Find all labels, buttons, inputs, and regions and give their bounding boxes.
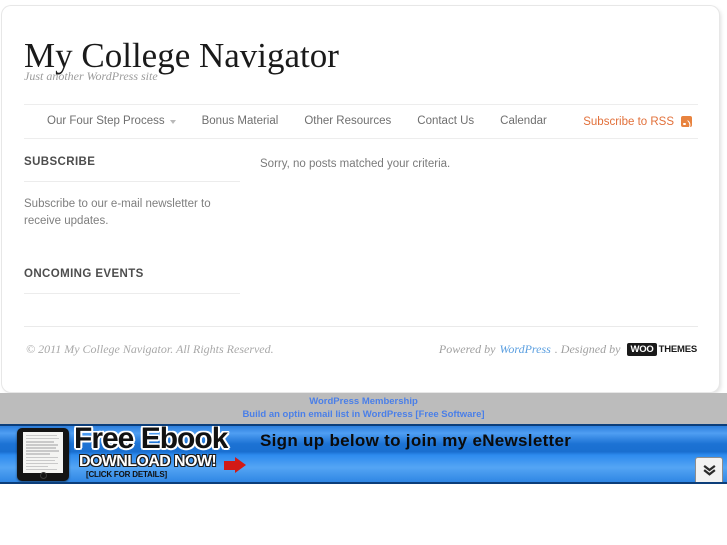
site-tagline: Just another WordPress site <box>24 69 158 83</box>
primary-navigation: Our Four Step Process Bonus Material Oth… <box>24 104 698 139</box>
ad-link-wordpress-membership[interactable]: WordPress Membership <box>309 396 418 408</box>
banner-headline: Sign up below to join my eNewsletter <box>260 431 572 450</box>
woothemes-logo[interactable]: WOO THEMES <box>627 343 697 356</box>
main-content: Sorry, no posts matched your criteria. <box>260 158 680 170</box>
nav-item-our-four-step-process[interactable]: Our Four Step Process <box>34 105 189 138</box>
nav-item-label: Our Four Step Process <box>47 115 165 127</box>
rss-icon <box>681 116 692 127</box>
footer-divider <box>24 326 698 327</box>
nav-item-label: Calendar <box>500 115 547 127</box>
newsletter-banner: Free Ebook DOWNLOAD NOW! [CLICK FOR DETA… <box>0 424 727 484</box>
footer-credits: Powered by WordPress . Designed by WOO THE… <box>439 342 697 357</box>
sidebar: SUBSCRIBE Subscribe to our e-mail newsle… <box>24 156 240 308</box>
nav-item-bonus-material[interactable]: Bonus Material <box>189 105 292 138</box>
click-for-details-label: [CLICK FOR DETAILS] <box>86 470 167 479</box>
ereader-home-button <box>40 472 47 479</box>
ereader-screen <box>23 432 63 473</box>
site-container: My College Navigator Just another WordPr… <box>2 6 719 392</box>
ereader-device-image <box>17 428 69 481</box>
designed-by-label: . Designed by <box>554 342 621 356</box>
free-ebook-ad[interactable]: Free Ebook DOWNLOAD NOW! [CLICK FOR DETA… <box>0 426 253 482</box>
nav-item-calendar[interactable]: Calendar <box>487 105 560 138</box>
widget-body-text: Subscribe to our e-mail newsletter to re… <box>24 198 211 227</box>
free-ebook-headline: Free Ebook <box>74 424 228 455</box>
widget-divider <box>24 293 240 294</box>
page-viewport: My College Navigator Just another WordPr… <box>0 0 727 545</box>
download-now-label: DOWNLOAD NOW! <box>79 453 217 470</box>
nav-item-contact-us[interactable]: Contact Us <box>404 105 487 138</box>
subscribe-to-rss-link[interactable]: Subscribe to RSS <box>583 105 692 138</box>
wordpress-link[interactable]: WordPress <box>499 342 550 357</box>
nav-item-label: Other Resources <box>304 115 392 127</box>
widget-divider <box>24 181 240 182</box>
woothemes-word: THEMES <box>658 344 698 355</box>
collapse-banner-button[interactable] <box>695 457 723 482</box>
double-chevron-down-icon <box>702 464 716 477</box>
widget-title: ONCOMING EVENTS <box>24 268 144 280</box>
woothemes-mark: WOO <box>627 343 657 356</box>
widget-title: SUBSCRIBE <box>24 156 96 168</box>
copyright-text: © 2011 My College Navigator. All Rights … <box>26 342 274 356</box>
nav-item-label: Contact Us <box>417 115 475 127</box>
subscribe-to-rss-label: Subscribe to RSS <box>583 115 674 128</box>
widget-subscribe: SUBSCRIBE Subscribe to our e-mail newsle… <box>24 156 240 230</box>
powered-by-label: Powered by <box>438 342 496 356</box>
no-posts-message: Sorry, no posts matched your criteria. <box>260 158 451 170</box>
nav-item-other-resources[interactable]: Other Resources <box>291 105 404 138</box>
nav-item-label: Bonus Material <box>201 115 279 127</box>
nav-menu-list: Our Four Step Process Bonus Material Oth… <box>34 105 560 138</box>
ad-link-strip: WordPress Membership Build an optin emai… <box>0 393 727 424</box>
chevron-down-icon <box>169 119 176 124</box>
widget-oncoming-events: ONCOMING EVENTS <box>24 268 240 294</box>
ad-link-optin-email-list[interactable]: Build an optin email list in WordPress [… <box>242 409 484 421</box>
